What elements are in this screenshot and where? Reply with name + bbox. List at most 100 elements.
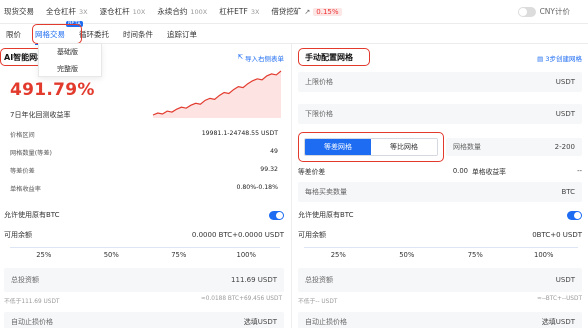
three-step-label: 3步创建网格 bbox=[545, 55, 582, 63]
upper-price-unit: USDT bbox=[555, 78, 575, 86]
amount-slider-track[interactable] bbox=[304, 247, 578, 248]
available-balance-value: 0.0000 BTC+0.0000 USDT bbox=[191, 231, 284, 239]
invest-split-note: ≈--BTC+--USDT bbox=[536, 296, 582, 302]
lower-price-input[interactable]: 下限价格 USDT bbox=[298, 104, 582, 124]
allow-btc-label: 允许使用原有BTC bbox=[4, 211, 60, 219]
nav-lending[interactable]: 借贷挖矿 ↗ 0.15% bbox=[271, 6, 342, 17]
available-balance-row: 可用余额 0.0000 BTC+0.0000 USDT bbox=[4, 230, 284, 240]
nav-perpetual-label: 永续合约 bbox=[157, 7, 188, 16]
total-invest-label: 总投资额 bbox=[11, 276, 39, 284]
auto-stop-field[interactable]: 自动止损价格 选填USDT bbox=[298, 312, 582, 328]
mode-geometric[interactable]: 等比网格 bbox=[371, 139, 437, 155]
min-invest-note: 不低于-- USDT bbox=[298, 299, 338, 305]
sparkline-area bbox=[153, 71, 281, 118]
nav-lending-label: 借贷挖矿 bbox=[271, 7, 302, 16]
min-invest-note: 不低于111.69 USDT bbox=[4, 299, 60, 305]
mode-arithmetic[interactable]: 等差网格 bbox=[305, 139, 371, 155]
percent-75[interactable]: 75% bbox=[441, 251, 510, 259]
per-grid-amount-unit: BTC bbox=[561, 188, 575, 196]
detail-label: 网格数量(等差) bbox=[10, 150, 52, 157]
detail-per-grid-yield: 单格收益率 0.80%-0.18% bbox=[10, 184, 278, 193]
nav-cross-margin[interactable]: 全仓杠杆 3X bbox=[46, 6, 88, 17]
three-step-link[interactable]: ▤ 3步创建网格 bbox=[537, 53, 582, 63]
percent-100[interactable]: 100% bbox=[213, 251, 281, 259]
detail-grid-count: 网格数量(等差) 49 bbox=[10, 148, 278, 157]
nav-leveraged-etf-badge: 3X bbox=[250, 7, 260, 16]
detail-value: 49 bbox=[270, 148, 278, 155]
nav-leveraged-etf[interactable]: 杠杆ETF 3X bbox=[219, 6, 259, 17]
tab-trailing-order[interactable]: 追踪订单 bbox=[167, 29, 197, 40]
percent-50[interactable]: 50% bbox=[78, 251, 146, 259]
per-grid-amount-label: 每格买卖数量 bbox=[305, 188, 347, 196]
percent-75[interactable]: 75% bbox=[145, 251, 213, 259]
price-diff-label: 等差价差 bbox=[298, 168, 326, 176]
allow-btc-toggle[interactable] bbox=[567, 210, 582, 220]
allow-btc-toggle[interactable] bbox=[269, 210, 284, 220]
backtest-sparkline bbox=[152, 70, 282, 118]
grid-version-dropdown: 基础版 完整版 bbox=[38, 43, 102, 77]
allow-btc-row-manual: 允许使用原有BTC bbox=[298, 210, 582, 220]
nav-isolated-margin-label: 逐仓杠杆 bbox=[99, 7, 130, 16]
nav-spot[interactable]: 现货交易 bbox=[4, 6, 34, 17]
nav-cross-margin-label: 全仓杠杆 bbox=[46, 7, 76, 16]
allow-btc-label: 允许使用原有BTC bbox=[298, 211, 354, 219]
order-type-tabs: 限价 网格交易 循环委托 时间条件 追踪订单 BETA bbox=[0, 21, 588, 45]
amount-slider-track[interactable] bbox=[10, 247, 280, 248]
nav-perpetual[interactable]: 永续合约 100X bbox=[157, 6, 207, 17]
detail-value: 0.80%-0.18% bbox=[236, 184, 278, 191]
detail-label: 等差价差 bbox=[10, 168, 35, 175]
allow-btc-row: 允许使用原有BTC bbox=[4, 210, 284, 220]
auto-stop-placeholder: 选填USDT bbox=[243, 318, 277, 326]
cny-pricing-toggle[interactable] bbox=[517, 6, 536, 17]
cny-pricing-toggle-group: CNY计价 bbox=[517, 6, 570, 17]
dropdown-basic[interactable]: 基础版 bbox=[39, 44, 101, 61]
market-nav: 现货交易 全仓杠杆 3X 逐仓杠杆 10X 永续合约 100X 杠杆ETF 3X 借贷挖… bbox=[4, 6, 342, 17]
available-balance-row-manual: 可用余额 0BTC+0 USDT bbox=[298, 230, 582, 240]
available-balance-label: 可用余额 bbox=[4, 231, 32, 239]
dropdown-full[interactable]: 完整版 bbox=[39, 61, 101, 78]
beta-badge: BETA bbox=[66, 21, 83, 27]
percent-50[interactable]: 50% bbox=[373, 251, 442, 259]
total-invest-field[interactable]: 总投资额 111.69 USDT bbox=[4, 268, 284, 292]
auto-stop-label: 自动止损价格 bbox=[305, 318, 347, 326]
detail-value: 19981.1-24748.55 USDT bbox=[201, 130, 278, 137]
percent-25[interactable]: 25% bbox=[10, 251, 78, 259]
lower-price-unit: USDT bbox=[555, 110, 575, 118]
detail-label: 价格区间 bbox=[10, 132, 35, 139]
percent-100[interactable]: 100% bbox=[510, 251, 579, 259]
grid-count-label: 网格数量 bbox=[453, 143, 481, 151]
nav-cross-margin-badge: 3X bbox=[79, 7, 88, 16]
grid-count-range: 2-200 bbox=[554, 143, 575, 151]
ai-grid-panel: AI智能网格 ⇱ 导入右侧表单 491.79% 7日年化回测收益率 价格区间 19… bbox=[0, 44, 288, 328]
annual-yield-label: 7日年化回测收益率 bbox=[10, 111, 71, 119]
tab-grid-trading[interactable]: 网格交易 bbox=[35, 29, 65, 45]
price-diff-row: 等差价差 0.00 bbox=[298, 166, 468, 176]
panel-divider bbox=[291, 44, 292, 328]
upper-price-input[interactable]: 上限价格 USDT bbox=[298, 72, 582, 92]
upper-price-label: 上限价格 bbox=[305, 78, 333, 86]
per-grid-yield-value: -- bbox=[577, 167, 582, 175]
total-invest-label: 总投资额 bbox=[305, 276, 333, 284]
percent-25[interactable]: 25% bbox=[304, 251, 373, 259]
nav-isolated-margin-badge: 10X bbox=[132, 7, 146, 16]
amount-percent-row: 25% 50% 75% 100% bbox=[304, 251, 578, 259]
per-grid-amount-input[interactable]: 每格买卖数量 BTC bbox=[298, 182, 582, 202]
invest-split-note: ≈0.0188 BTC+69.456 USDT bbox=[200, 296, 282, 302]
external-link-icon: ↗ bbox=[304, 7, 311, 16]
detail-label: 单格收益率 bbox=[10, 186, 41, 193]
nav-perpetual-badge: 100X bbox=[190, 7, 208, 16]
manual-grid-panel: 手动配置网格 ▤ 3步创建网格 上限价格 USDT 下限价格 USDT 等差网格… bbox=[294, 44, 588, 328]
auto-stop-placeholder: 选填USDT bbox=[541, 318, 575, 326]
grid-count-input[interactable]: 网格数量 2-200 bbox=[446, 138, 582, 156]
tab-limit[interactable]: 限价 bbox=[6, 29, 21, 40]
tab-loop-order[interactable]: 循环委托 bbox=[79, 29, 109, 40]
tab-time-condition[interactable]: 时间条件 bbox=[123, 29, 153, 40]
top-nav-bar: 现货交易 全仓杠杆 3X 逐仓杠杆 10X 永续合约 100X 杠杆ETF 3X 借贷挖… bbox=[0, 0, 588, 24]
lower-price-label: 下限价格 bbox=[305, 110, 333, 118]
price-diff-value: 0.00 bbox=[452, 167, 468, 175]
nav-isolated-margin[interactable]: 逐仓杠杆 10X bbox=[100, 6, 146, 17]
auto-stop-field[interactable]: 自动止损价格 选填USDT bbox=[4, 312, 284, 328]
nav-leveraged-etf-label: 杠杆ETF bbox=[219, 7, 248, 16]
total-invest-field[interactable]: 总投资额 USDT bbox=[298, 268, 582, 292]
detail-price-diff: 等差价差 99.32 bbox=[10, 166, 278, 175]
